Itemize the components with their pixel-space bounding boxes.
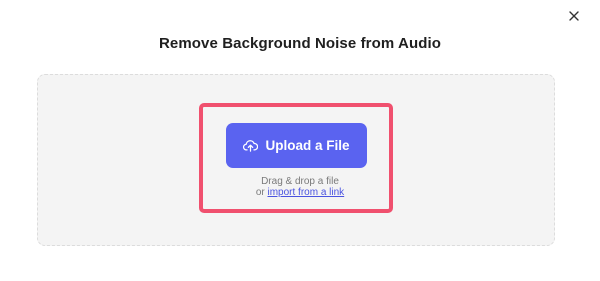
close-button[interactable] — [566, 8, 582, 24]
upload-dialog: Remove Background Noise from Audio Uploa… — [0, 0, 600, 281]
cloud-upload-icon — [243, 139, 259, 152]
upload-button-label: Upload a File — [265, 138, 350, 153]
close-icon — [569, 11, 579, 21]
dialog-title: Remove Background Noise from Audio — [158, 35, 442, 52]
upload-hint: Drag & drop a file or import from a link — [0, 176, 600, 198]
or-text: or — [255, 187, 265, 198]
drag-drop-text: Drag & drop a file — [261, 176, 339, 187]
import-line: or import from a link — [0, 187, 600, 198]
upload-file-button[interactable]: Upload a File — [226, 123, 367, 168]
import-from-link[interactable]: import from a link — [268, 187, 345, 198]
